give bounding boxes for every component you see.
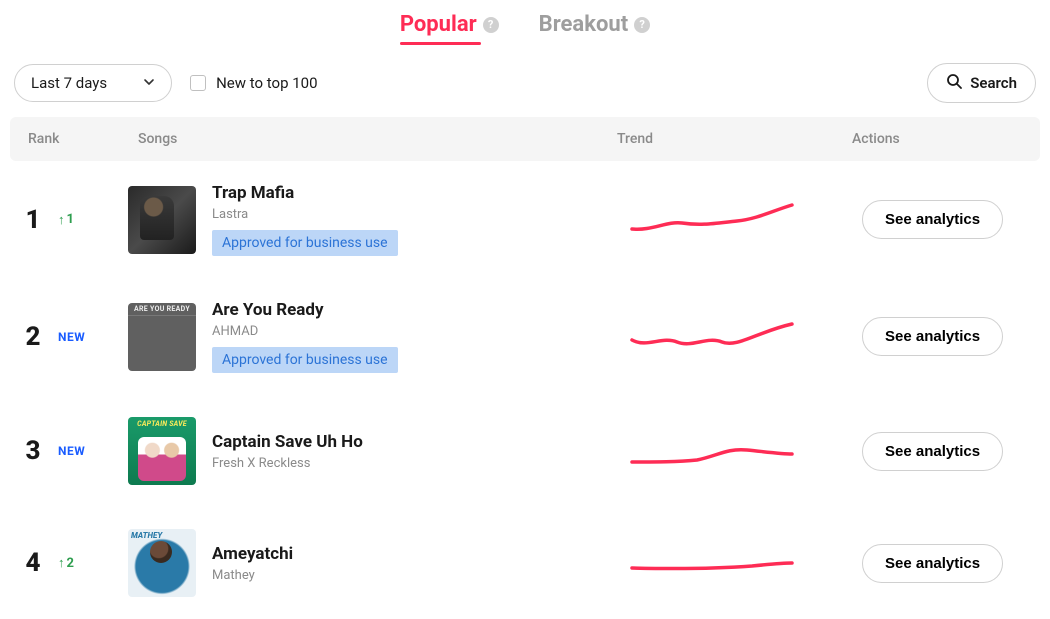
song-meta: Trap Mafia Lastra Approved for business …	[212, 183, 398, 256]
rank-number: 4	[18, 548, 48, 578]
search-button[interactable]: Search	[927, 63, 1036, 103]
tab-popular[interactable]: Popular ?	[400, 12, 499, 37]
song-title[interactable]: Captain Save Uh Ho	[212, 432, 363, 452]
see-analytics-button[interactable]: See analytics	[862, 317, 1003, 356]
table-header: Rank Songs Trend Actions	[10, 117, 1040, 161]
checkbox-icon	[190, 75, 206, 91]
song-thumbnail[interactable]	[128, 529, 196, 597]
song-meta: Are You Ready AHMAD Approved for busines…	[212, 300, 398, 373]
table-row: 1 ↑1 Trap Mafia Lastra Approved for busi…	[10, 161, 1040, 278]
song-artist: Lastra	[212, 207, 398, 222]
rank-cell: 3 NEW	[18, 436, 128, 466]
song-cell: Captain Save Uh Ho Fresh X Reckless	[128, 417, 627, 485]
actions-cell: See analytics	[862, 317, 1032, 356]
col-actions: Actions	[852, 131, 1022, 147]
rank-cell: 1 ↑1	[18, 205, 128, 235]
trend-cell	[627, 544, 862, 582]
song-thumbnail[interactable]	[128, 417, 196, 485]
trend-sparkline	[627, 318, 797, 356]
trend-cell	[627, 318, 862, 356]
song-thumbnail[interactable]	[128, 186, 196, 254]
table-row: 2 NEW Are You Ready AHMAD Approved for b…	[10, 278, 1040, 395]
date-range-dropdown[interactable]: Last 7 days	[14, 64, 172, 102]
song-cell: Trap Mafia Lastra Approved for business …	[128, 183, 627, 256]
see-analytics-button[interactable]: See analytics	[862, 544, 1003, 583]
song-meta: Captain Save Uh Ho Fresh X Reckless	[212, 432, 363, 471]
song-cell: Ameyatchi Mathey	[128, 529, 627, 597]
tab-popular-label: Popular	[400, 12, 477, 37]
song-title[interactable]: Are You Ready	[212, 300, 398, 320]
song-cell: Are You Ready AHMAD Approved for busines…	[128, 300, 627, 373]
trend-sparkline	[627, 201, 797, 239]
col-trend: Trend	[617, 131, 852, 147]
chevron-down-icon	[143, 76, 155, 91]
rank-change-new: NEW	[58, 330, 85, 344]
col-rank: Rank	[28, 131, 138, 147]
trend-sparkline	[627, 432, 797, 470]
arrow-up-icon: ↑	[58, 212, 65, 228]
approved-badge: Approved for business use	[212, 347, 398, 373]
trend-cell	[627, 201, 862, 239]
table-row: 4 ↑2 Ameyatchi Mathey See analytics	[10, 507, 1040, 619]
search-label: Search	[970, 74, 1017, 92]
table-body: 1 ↑1 Trap Mafia Lastra Approved for busi…	[0, 161, 1050, 619]
col-songs: Songs	[138, 131, 617, 147]
song-artist: Fresh X Reckless	[212, 456, 363, 471]
rank-cell: 2 NEW	[18, 322, 128, 352]
actions-cell: See analytics	[862, 544, 1032, 583]
trend-cell	[627, 432, 862, 470]
new-to-top-label: New to top 100	[216, 74, 317, 92]
song-title[interactable]: Trap Mafia	[212, 183, 398, 203]
date-range-label: Last 7 days	[31, 74, 107, 92]
approved-badge: Approved for business use	[212, 230, 398, 256]
song-thumbnail[interactable]	[128, 303, 196, 371]
song-artist: AHMAD	[212, 324, 398, 339]
rank-number: 2	[18, 322, 48, 352]
tabs: Popular ? Breakout ?	[0, 0, 1050, 45]
song-artist: Mathey	[212, 568, 293, 583]
see-analytics-button[interactable]: See analytics	[862, 432, 1003, 471]
help-icon[interactable]: ?	[634, 17, 650, 33]
rank-change-value: 1	[67, 212, 74, 227]
song-meta: Ameyatchi Mathey	[212, 544, 293, 583]
tab-breakout-label: Breakout	[539, 12, 628, 37]
rank-number: 3	[18, 436, 48, 466]
rank-change-value: 2	[67, 556, 74, 571]
rank-change-up: ↑2	[58, 555, 74, 571]
new-to-top-checkbox[interactable]: New to top 100	[190, 74, 317, 92]
arrow-up-icon: ↑	[58, 555, 65, 571]
rank-cell: 4 ↑2	[18, 548, 128, 578]
toolbar: Last 7 days New to top 100 Search	[0, 45, 1050, 117]
actions-cell: See analytics	[862, 200, 1032, 239]
rank-change-new: NEW	[58, 444, 85, 458]
actions-cell: See analytics	[862, 432, 1032, 471]
help-icon[interactable]: ?	[483, 17, 499, 33]
trend-sparkline	[627, 544, 797, 582]
rank-change-up: ↑1	[58, 212, 74, 228]
search-icon	[946, 73, 962, 93]
table-row: 3 NEW Captain Save Uh Ho Fresh X Reckles…	[10, 395, 1040, 507]
song-title[interactable]: Ameyatchi	[212, 544, 293, 564]
see-analytics-button[interactable]: See analytics	[862, 200, 1003, 239]
tab-breakout[interactable]: Breakout ?	[539, 12, 650, 37]
rank-number: 1	[18, 205, 48, 235]
